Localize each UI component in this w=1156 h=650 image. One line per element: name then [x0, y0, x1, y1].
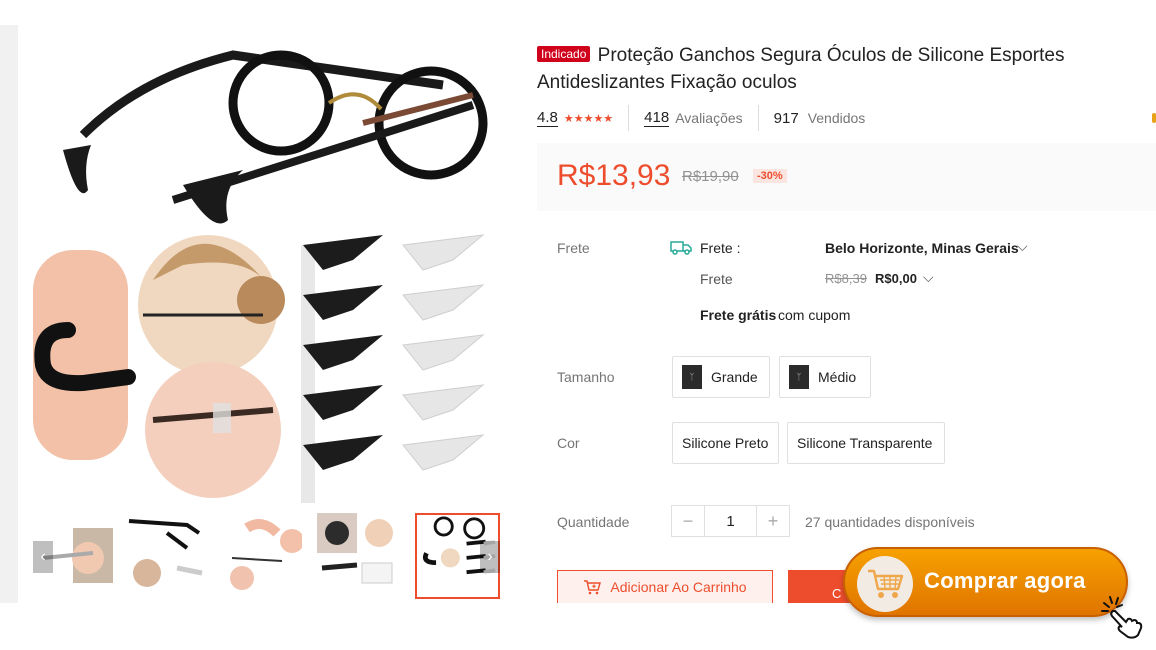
product-photo-illustration — [33, 50, 488, 503]
size-label: Tamanho — [557, 369, 615, 385]
gallery-next-button[interactable]: › — [480, 541, 500, 573]
option-thumbnail: ᛉ — [682, 365, 702, 389]
size-option-label: Médio — [818, 369, 857, 385]
chevron-right-icon: › — [487, 548, 493, 565]
quantity-label: Quantidade — [557, 514, 630, 530]
shipping-location[interactable]: Belo Horizonte, Minas Gerais — [825, 240, 1019, 256]
shipping-original-cost: R$8,39 — [825, 271, 867, 286]
color-label: Cor — [557, 435, 580, 451]
rating-score[interactable]: 4.8 — [537, 109, 558, 127]
color-option-label: Silicone Transparente — [797, 435, 933, 451]
sold-label: Vendidos — [807, 110, 866, 126]
size-option-medio[interactable]: ᛉ Médio — [779, 356, 871, 398]
recommended-badge: Indicado — [537, 46, 591, 62]
cart-add-icon — [584, 580, 602, 595]
quantity-increase-button[interactable]: + — [757, 506, 789, 536]
quantity-decrease-button[interactable]: − — [672, 506, 704, 536]
thumbnail-4[interactable] — [317, 513, 397, 599]
ratings-row: 4.8 ★★★★★ 418 Avaliações 917 Vendidos — [537, 104, 865, 132]
quantity-available: 27 quantidades disponíveis — [805, 514, 975, 530]
star-rating-icon: ★★★★★ — [563, 112, 614, 125]
price-section: R$13,93 R$19,90 -30% — [537, 143, 1156, 211]
product-page: ‹ › Indicado Proteção Ganchos Segura Ócu… — [0, 0, 1156, 650]
shipping-current-cost[interactable]: R$0,00 — [875, 271, 917, 286]
current-price: R$13,93 — [557, 159, 671, 192]
cart-icon-circle — [857, 556, 913, 612]
glasses-illustration — [63, 50, 488, 224]
option-thumbnail: ᛉ — [789, 365, 809, 389]
thumbnail-2[interactable] — [127, 513, 207, 599]
thumbnail-strip: ‹ › — [33, 513, 500, 599]
chevron-down-icon[interactable]: ⌵ — [923, 269, 934, 286]
add-to-cart-button[interactable]: Adicionar Ao Carrinho — [557, 570, 773, 603]
divider — [628, 105, 630, 131]
product-title: Proteção Ganchos Segura Óculos de Silico… — [537, 45, 1065, 93]
original-price: R$19,90 — [682, 168, 739, 185]
shipping-cost-label: Frete — [700, 271, 733, 287]
size-option-grande[interactable]: ᛉ Grande — [672, 356, 770, 398]
thumbnail-3[interactable] — [222, 513, 302, 599]
comprar-agora-button[interactable]: Comprar agora — [843, 547, 1128, 617]
size-option-label: Grande — [711, 369, 758, 385]
main-product-image[interactable] — [33, 25, 500, 503]
discount-badge: -30% — [753, 169, 787, 183]
sold-count: 917 — [773, 109, 799, 127]
gallery-prev-button[interactable]: ‹ — [33, 541, 53, 573]
chevron-down-icon[interactable]: ⌵ — [1017, 238, 1028, 255]
quantity-stepper: − 1 + — [671, 505, 790, 537]
truck-icon — [670, 241, 692, 255]
reviews-count[interactable]: 418 — [644, 109, 670, 127]
left-edge-strip — [0, 25, 18, 603]
pointer-hand-icon — [1101, 596, 1143, 639]
color-option-transparente[interactable]: Silicone Transparente — [787, 422, 945, 464]
shipping-label: Frete — [557, 240, 590, 256]
quantity-input[interactable]: 1 — [704, 506, 757, 536]
buy-now-label: C — [832, 586, 842, 601]
product-title-block: Indicado Proteção Ganchos Segura Óculos … — [537, 42, 1137, 96]
color-option-preto[interactable]: Silicone Preto — [672, 422, 779, 464]
add-to-cart-label: Adicionar Ao Carrinho — [610, 579, 747, 595]
divider — [757, 105, 759, 131]
reviews-label: Avaliações — [675, 110, 743, 126]
edge-icon — [1152, 113, 1156, 123]
free-shipping-bold: Frete grátis — [700, 307, 777, 323]
shipping-to-label: Frete : — [700, 240, 741, 256]
color-option-label: Silicone Preto — [682, 435, 769, 451]
free-shipping-rest: com cupom — [778, 307, 851, 323]
chevron-left-icon: ‹ — [40, 548, 46, 565]
shopping-cart-icon — [868, 569, 904, 598]
comprar-agora-label: Comprar agora — [924, 568, 1086, 593]
